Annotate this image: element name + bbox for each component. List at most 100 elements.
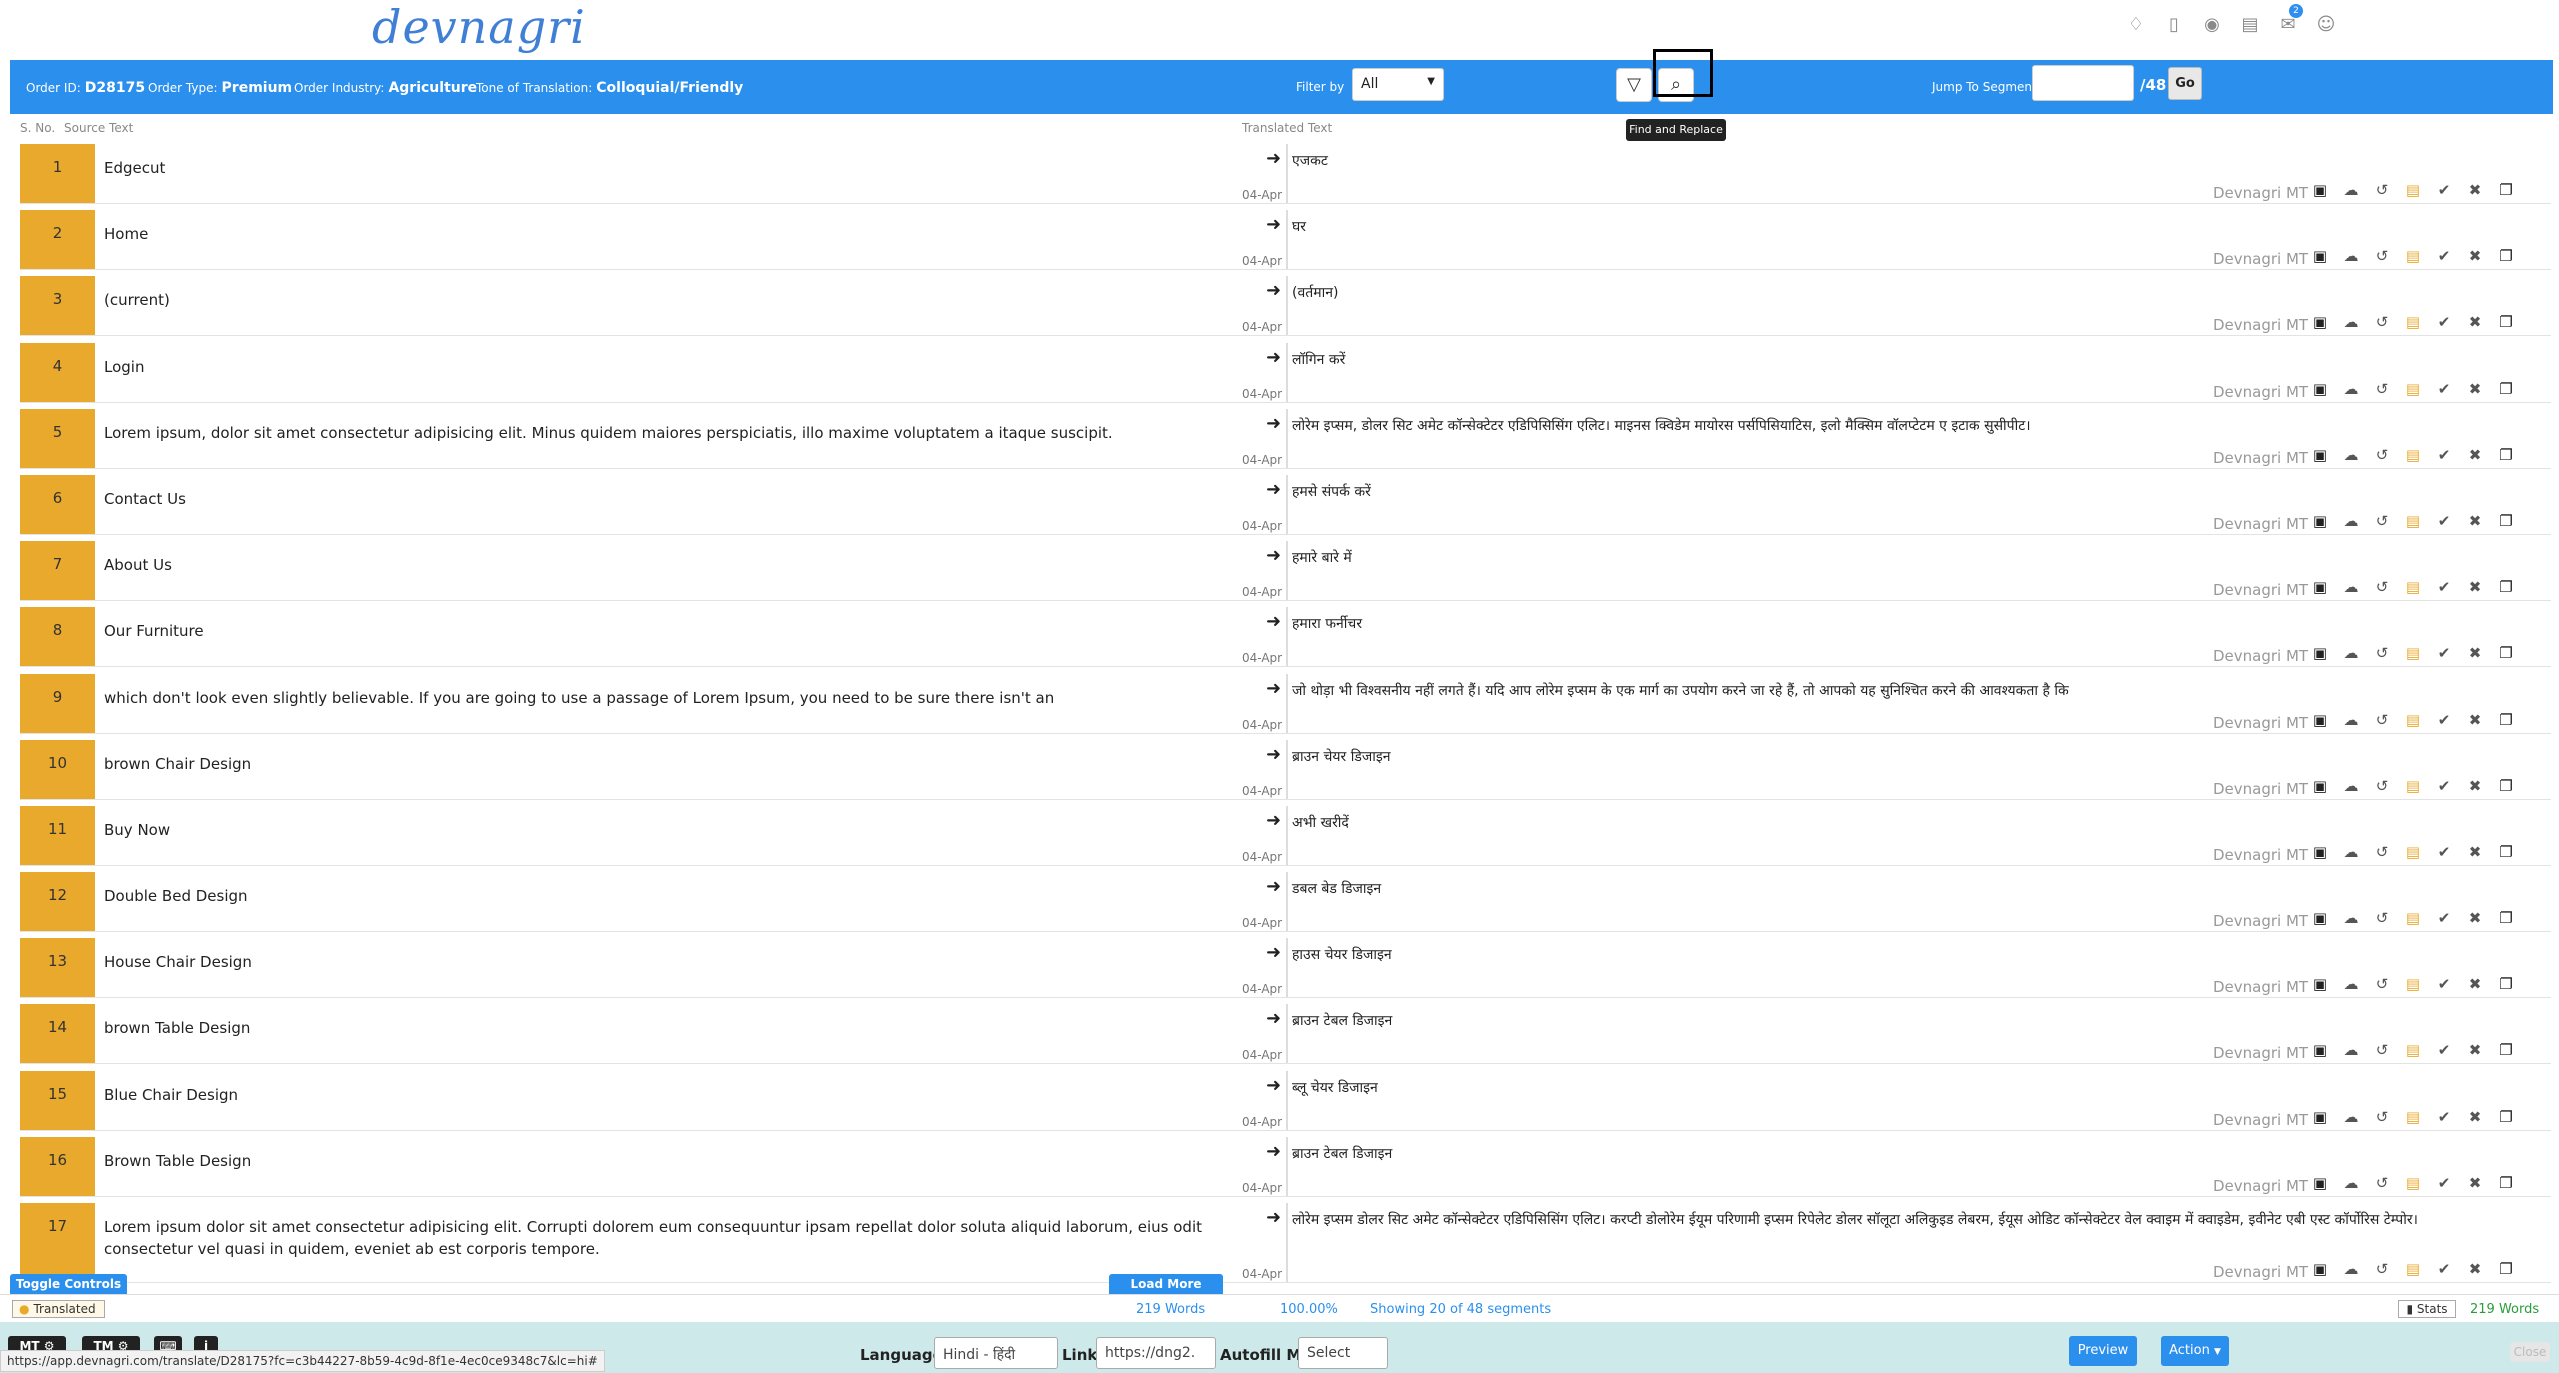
notes-icon[interactable]: ▤ bbox=[2403, 577, 2423, 597]
language-select[interactable]: Hindi - हिंदी bbox=[934, 1337, 1058, 1369]
save-icon[interactable]: ▣ bbox=[2310, 776, 2330, 796]
copy-source-icon[interactable]: ➜ bbox=[1266, 347, 1281, 368]
clear-icon[interactable]: ✖ bbox=[2465, 776, 2485, 796]
history-icon[interactable]: ↺ bbox=[2372, 445, 2392, 465]
clear-icon[interactable]: ✖ bbox=[2465, 1107, 2485, 1127]
translated-text[interactable]: हमसे संपर्क करें bbox=[1292, 481, 2492, 503]
comment-icon[interactable]: ☁ bbox=[2341, 577, 2361, 597]
save-icon[interactable]: ▣ bbox=[2310, 1107, 2330, 1127]
clear-icon[interactable]: ✖ bbox=[2465, 577, 2485, 597]
copy-source-icon[interactable]: ➜ bbox=[1266, 1008, 1281, 1029]
confirm-icon[interactable]: ✔ bbox=[2434, 1040, 2454, 1060]
notes-icon[interactable]: ▤ bbox=[2403, 643, 2423, 663]
save-icon[interactable]: ▣ bbox=[2310, 974, 2330, 994]
notes-icon[interactable]: ▤ bbox=[2403, 379, 2423, 399]
network-icon[interactable]: ♢ bbox=[2125, 14, 2147, 36]
save-icon[interactable]: ▣ bbox=[2310, 312, 2330, 332]
filter-select[interactable]: All ▼ bbox=[1352, 68, 1444, 101]
history-icon[interactable]: ↺ bbox=[2372, 1259, 2392, 1279]
notes-icon[interactable]: ▤ bbox=[2403, 1107, 2423, 1127]
history-icon[interactable]: ↺ bbox=[2372, 643, 2392, 663]
copy-icon[interactable]: ❐ bbox=[2496, 246, 2516, 266]
notes-icon[interactable]: ▤ bbox=[2403, 312, 2423, 332]
copy-source-icon[interactable]: ➜ bbox=[1266, 1075, 1281, 1096]
translated-text[interactable]: एजकट bbox=[1292, 150, 2492, 172]
save-icon[interactable]: ▣ bbox=[2310, 908, 2330, 928]
load-more-button[interactable]: Load More bbox=[1109, 1274, 1223, 1294]
clear-icon[interactable]: ✖ bbox=[2465, 710, 2485, 730]
save-icon[interactable]: ▣ bbox=[2310, 246, 2330, 266]
history-icon[interactable]: ↺ bbox=[2372, 511, 2392, 531]
copy-icon[interactable]: ❐ bbox=[2496, 776, 2516, 796]
confirm-icon[interactable]: ✔ bbox=[2434, 1259, 2454, 1279]
comment-icon[interactable]: ☁ bbox=[2341, 710, 2361, 730]
save-icon[interactable]: ▣ bbox=[2310, 710, 2330, 730]
save-icon[interactable]: ▣ bbox=[2310, 1259, 2330, 1279]
jump-to-segment-input[interactable] bbox=[2032, 65, 2134, 101]
copy-source-icon[interactable]: ➜ bbox=[1266, 876, 1281, 897]
comment-icon[interactable]: ☁ bbox=[2341, 908, 2361, 928]
copy-icon[interactable]: ❐ bbox=[2496, 1107, 2516, 1127]
notes-icon[interactable]: ▤ bbox=[2403, 1040, 2423, 1060]
copy-icon[interactable]: ❐ bbox=[2496, 180, 2516, 200]
comment-icon[interactable]: ☁ bbox=[2341, 776, 2361, 796]
history-icon[interactable]: ↺ bbox=[2372, 776, 2392, 796]
comment-icon[interactable]: ☁ bbox=[2341, 842, 2361, 862]
copy-icon[interactable]: ❐ bbox=[2496, 974, 2516, 994]
copy-source-icon[interactable]: ➜ bbox=[1266, 942, 1281, 963]
copy-source-icon[interactable]: ➜ bbox=[1266, 479, 1281, 500]
translated-text[interactable]: घर bbox=[1292, 216, 2492, 238]
copy-source-icon[interactable]: ➜ bbox=[1266, 611, 1281, 632]
copy-source-icon[interactable]: ➜ bbox=[1266, 810, 1281, 831]
history-icon[interactable]: ↺ bbox=[2372, 379, 2392, 399]
notes-icon[interactable]: ▤ bbox=[2403, 974, 2423, 994]
notes-icon[interactable]: ▤ bbox=[2403, 246, 2423, 266]
copy-source-icon[interactable]: ➜ bbox=[1266, 413, 1281, 434]
translated-text[interactable]: हाउस चेयर डिजाइन bbox=[1292, 944, 2492, 966]
copy-source-icon[interactable]: ➜ bbox=[1266, 1207, 1281, 1228]
notes-icon[interactable]: ▤ bbox=[2403, 511, 2423, 531]
translated-text[interactable]: लोरेम इप्सम, डोलर सिट अमेट कॉन्सेक्टेटर … bbox=[1292, 415, 2492, 437]
history-icon[interactable]: ↺ bbox=[2372, 974, 2392, 994]
notes-icon[interactable]: ▤ bbox=[2403, 1173, 2423, 1193]
globe-icon[interactable]: ◉ bbox=[2201, 14, 2223, 36]
confirm-icon[interactable]: ✔ bbox=[2434, 643, 2454, 663]
save-icon[interactable]: ▣ bbox=[2310, 842, 2330, 862]
translated-text[interactable]: अभी खरीदें bbox=[1292, 812, 2492, 834]
comment-icon[interactable]: ☁ bbox=[2341, 1040, 2361, 1060]
autofill-select[interactable]: Select bbox=[1298, 1337, 1388, 1369]
translated-text[interactable]: ब्राउन चेयर डिजाइन bbox=[1292, 746, 2492, 768]
history-icon[interactable]: ↺ bbox=[2372, 1173, 2392, 1193]
clear-icon[interactable]: ✖ bbox=[2465, 180, 2485, 200]
clear-icon[interactable]: ✖ bbox=[2465, 445, 2485, 465]
copy-icon[interactable]: ❐ bbox=[2496, 643, 2516, 663]
history-icon[interactable]: ↺ bbox=[2372, 577, 2392, 597]
mail-icon[interactable]: ✉ 2 bbox=[2277, 4, 2303, 36]
translated-text[interactable]: ब्राउन टेबल डिजाइन bbox=[1292, 1143, 2492, 1165]
comment-icon[interactable]: ☁ bbox=[2341, 1259, 2361, 1279]
clear-icon[interactable]: ✖ bbox=[2465, 246, 2485, 266]
clear-icon[interactable]: ✖ bbox=[2465, 1040, 2485, 1060]
comment-icon[interactable]: ☁ bbox=[2341, 974, 2361, 994]
confirm-icon[interactable]: ✔ bbox=[2434, 577, 2454, 597]
confirm-icon[interactable]: ✔ bbox=[2434, 710, 2454, 730]
save-icon[interactable]: ▣ bbox=[2310, 577, 2330, 597]
comment-icon[interactable]: ☁ bbox=[2341, 1107, 2361, 1127]
copy-icon[interactable]: ❐ bbox=[2496, 379, 2516, 399]
clear-icon[interactable]: ✖ bbox=[2465, 1259, 2485, 1279]
copy-icon[interactable]: ❐ bbox=[2496, 842, 2516, 862]
confirm-icon[interactable]: ✔ bbox=[2434, 511, 2454, 531]
translated-text[interactable]: (वर्तमान) bbox=[1292, 282, 2492, 304]
comment-icon[interactable]: ☁ bbox=[2341, 643, 2361, 663]
clear-icon[interactable]: ✖ bbox=[2465, 974, 2485, 994]
history-icon[interactable]: ↺ bbox=[2372, 312, 2392, 332]
user-icon[interactable]: ☺ bbox=[2315, 14, 2337, 36]
clear-icon[interactable]: ✖ bbox=[2465, 908, 2485, 928]
notes-icon[interactable]: ▤ bbox=[2403, 842, 2423, 862]
comment-icon[interactable]: ☁ bbox=[2341, 246, 2361, 266]
confirm-icon[interactable]: ✔ bbox=[2434, 379, 2454, 399]
notes-icon[interactable]: ▤ bbox=[2403, 776, 2423, 796]
comment-icon[interactable]: ☁ bbox=[2341, 312, 2361, 332]
translated-text[interactable]: जो थोड़ा भी विश्वसनीय नहीं लगते हैं। यदि… bbox=[1292, 680, 2492, 702]
history-icon[interactable]: ↺ bbox=[2372, 908, 2392, 928]
